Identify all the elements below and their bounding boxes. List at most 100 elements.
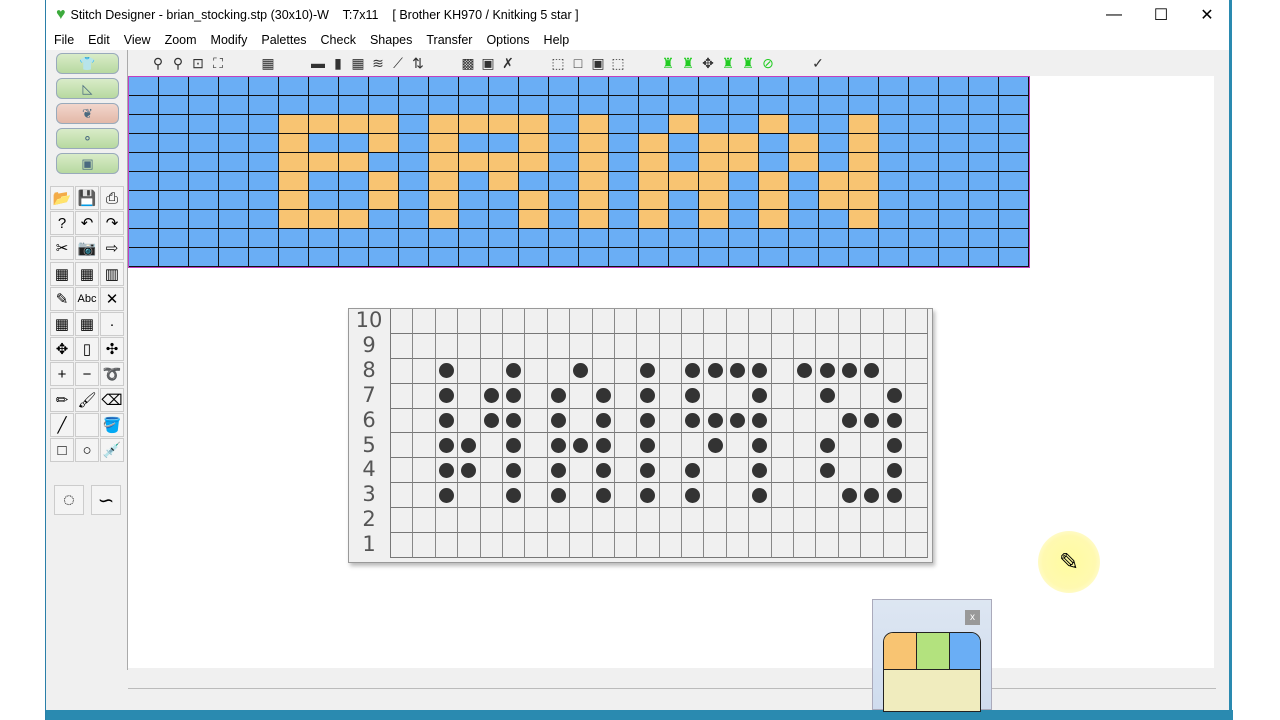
grid-cell[interactable]: [519, 229, 549, 248]
grid-cell[interactable]: [609, 96, 639, 115]
grid-cell[interactable]: [549, 115, 579, 134]
grid-cell[interactable]: [819, 134, 849, 153]
move-icon[interactable]: ✥: [50, 337, 74, 362]
grid-cell[interactable]: [669, 248, 699, 267]
grid-cell[interactable]: [879, 96, 909, 115]
grid-cell[interactable]: [909, 191, 939, 210]
grid-cell[interactable]: [609, 229, 639, 248]
grid-cell[interactable]: [249, 248, 279, 267]
grid-cell[interactable]: [789, 210, 819, 229]
grid-cell[interactable]: [519, 153, 549, 172]
symbol-view-icon[interactable]: ▣: [478, 53, 498, 73]
grid-cell[interactable]: [729, 96, 759, 115]
grid-cell[interactable]: [939, 153, 969, 172]
save-icon[interactable]: 💾: [75, 186, 99, 210]
grid-cell[interactable]: [999, 248, 1029, 267]
grid-cell[interactable]: [489, 229, 519, 248]
grid-cell[interactable]: [969, 229, 999, 248]
grid-cell[interactable]: [519, 210, 549, 229]
grid-cell[interactable]: [969, 210, 999, 229]
picture-mode-button[interactable]: ▣: [56, 153, 119, 174]
grid-cell[interactable]: [579, 172, 609, 191]
grid-cell[interactable]: [819, 210, 849, 229]
grid-cell[interactable]: [279, 191, 309, 210]
grid-cell[interactable]: [369, 191, 399, 210]
grid-cell[interactable]: [399, 115, 429, 134]
grid-cell[interactable]: [339, 134, 369, 153]
menu-edit[interactable]: Edit: [88, 33, 110, 47]
grid-cell[interactable]: [909, 229, 939, 248]
undo-icon[interactable]: ↶: [75, 211, 99, 236]
grid-cell[interactable]: [399, 229, 429, 248]
grid-cell[interactable]: [309, 134, 339, 153]
grid-cell[interactable]: [369, 210, 399, 229]
lasso-icon[interactable]: ➰: [100, 362, 124, 387]
grid-cell[interactable]: [129, 115, 159, 134]
grid-a-icon[interactable]: ▦: [50, 261, 74, 286]
menu-shapes[interactable]: Shapes: [370, 33, 412, 47]
grid-cell[interactable]: [879, 153, 909, 172]
grid-cell[interactable]: [189, 248, 219, 267]
grid-cell[interactable]: [489, 191, 519, 210]
grid-cell[interactable]: [699, 229, 729, 248]
grid-cell[interactable]: [159, 96, 189, 115]
grid-cell[interactable]: [159, 229, 189, 248]
grid-cell[interactable]: [399, 153, 429, 172]
grid-cell[interactable]: [699, 153, 729, 172]
loop-icon[interactable]: ∽: [91, 485, 121, 515]
grid-cell[interactable]: [639, 77, 669, 96]
grid-cell[interactable]: [789, 134, 819, 153]
grid-cell[interactable]: [999, 210, 1029, 229]
grid-cell[interactable]: [369, 96, 399, 115]
grid-cell[interactable]: [729, 172, 759, 191]
grid-cell[interactable]: [249, 153, 279, 172]
grid-cell[interactable]: [129, 77, 159, 96]
grid-cell[interactable]: [759, 210, 789, 229]
grid-cell[interactable]: [639, 96, 669, 115]
grid-cell[interactable]: [639, 229, 669, 248]
menu-check[interactable]: Check: [321, 33, 356, 47]
grid-cell[interactable]: [219, 172, 249, 191]
grid-cell[interactable]: [159, 115, 189, 134]
vertical-scrollbar[interactable]: [1214, 76, 1229, 668]
grid-cell[interactable]: [519, 134, 549, 153]
grid-cell[interactable]: [459, 248, 489, 267]
grid-icon[interactable]: ▦: [348, 53, 368, 73]
grid-cell[interactable]: [639, 172, 669, 191]
grid-cell[interactable]: [699, 96, 729, 115]
grid-cell[interactable]: [219, 134, 249, 153]
grid-cell[interactable]: [159, 248, 189, 267]
grid-cell[interactable]: [999, 172, 1029, 191]
grid-cell[interactable]: [849, 229, 879, 248]
pattern-b-icon[interactable]: ▦: [75, 312, 99, 336]
grid-cell[interactable]: [609, 191, 639, 210]
grid-cell[interactable]: [579, 96, 609, 115]
grid-cell[interactable]: [729, 248, 759, 267]
garment-2-icon[interactable]: ♜: [678, 53, 698, 73]
grid-cell[interactable]: [909, 248, 939, 267]
grid-cell[interactable]: [279, 229, 309, 248]
garment-4-icon[interactable]: ♜: [738, 53, 758, 73]
grid-cell[interactable]: [999, 134, 1029, 153]
grid-c-icon[interactable]: ▥: [100, 261, 124, 286]
grid-cell[interactable]: [699, 210, 729, 229]
grid-cell[interactable]: [219, 153, 249, 172]
grid-cell[interactable]: [909, 115, 939, 134]
grid-cell[interactable]: [249, 191, 279, 210]
grid-cell[interactable]: [249, 96, 279, 115]
grid-cell[interactable]: [369, 134, 399, 153]
grid-cell[interactable]: [579, 248, 609, 267]
menu-file[interactable]: File: [54, 33, 74, 47]
redo-icon[interactable]: ↷: [100, 211, 124, 236]
grid-cell[interactable]: [699, 191, 729, 210]
grid-cell[interactable]: [969, 77, 999, 96]
grid-cell[interactable]: [639, 248, 669, 267]
grid-cell[interactable]: [159, 172, 189, 191]
grid-cell[interactable]: [429, 153, 459, 172]
grid-cell[interactable]: [789, 96, 819, 115]
grid-cell[interactable]: [399, 210, 429, 229]
grid-cell[interactable]: [969, 191, 999, 210]
grid-cell[interactable]: [129, 210, 159, 229]
grid-cell[interactable]: [549, 77, 579, 96]
grid-cell[interactable]: [219, 229, 249, 248]
